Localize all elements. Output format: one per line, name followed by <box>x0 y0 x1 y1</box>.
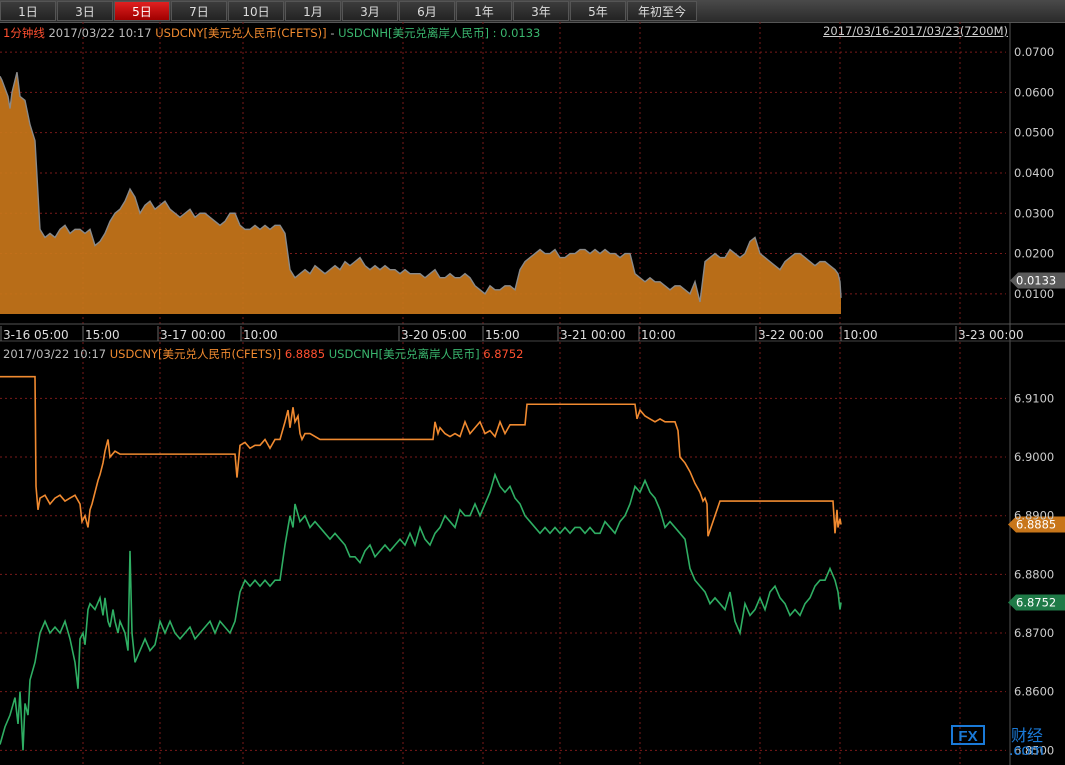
top-ytick-label: 0.0100 <box>1014 287 1054 301</box>
top-ytick-label: 0.0700 <box>1014 45 1054 59</box>
top-separator: - <box>330 26 335 40</box>
tab-11[interactable]: 年初至今 <box>627 1 697 21</box>
time-tick-label: 15:00 <box>485 328 520 342</box>
watermark-suffix: .com <box>1009 742 1044 759</box>
time-tick-label: 10:00 <box>641 328 676 342</box>
bottom-timestamp: 2017/03/22 10:17 <box>3 347 107 361</box>
bottom-ytick-label: 6.8800 <box>1014 567 1054 581</box>
tab-0[interactable]: 1日 <box>0 1 56 21</box>
usdcnh-name: USDCNH[美元兑离岸人民币] <box>328 347 480 361</box>
usdcnh-value: 6.8752 <box>483 347 524 361</box>
tab-9[interactable]: 3年 <box>513 1 569 21</box>
tab-10[interactable]: 5年 <box>570 1 626 21</box>
time-tick-label: 15:00 <box>85 328 120 342</box>
chart-canvas: 0.0700 0.0600 0.0500 0.0400 0.0300 0.0200 0.01… <box>0 22 1065 765</box>
top-ytick-label: 0.0500 <box>1014 126 1054 140</box>
top-series-b-name: USDCNH[美元兑离岸人民币] <box>338 26 489 40</box>
time-tick-label: 3-21 00:00 <box>560 328 626 342</box>
bottom-ytick-label: 6.9000 <box>1014 450 1054 464</box>
spread-area <box>0 72 841 314</box>
time-tick-label: 3-20 05:00 <box>401 328 467 342</box>
time-tick-label: 3-22 00:00 <box>758 328 824 342</box>
top-ytick-label: 0.0300 <box>1014 206 1054 220</box>
tab-2[interactable]: 5日 <box>114 1 170 21</box>
time-tick-label: 10:00 <box>243 328 278 342</box>
watermark-logo: FX 财经 .com <box>951 722 1065 765</box>
spread-last-label: 0.0133 <box>1016 274 1056 288</box>
top-timestamp: 2017/03/22 10:17 <box>48 26 152 40</box>
time-tick-label: 3-23 00:00 <box>958 328 1024 342</box>
interval-label: 1分钟线 <box>3 26 45 40</box>
fx-badge: FX <box>951 725 985 745</box>
top-spread-value: : 0.0133 <box>492 26 541 40</box>
tab-4[interactable]: 10日 <box>228 1 284 21</box>
bottom-ytick-label: 6.8900 <box>1014 509 1054 523</box>
tab-3[interactable]: 7日 <box>171 1 227 21</box>
tab-5[interactable]: 1月 <box>285 1 341 21</box>
top-panel-header: 1分钟线 2017/03/22 10:17 USDCNY[美元兑人民币(CFET… <box>3 25 540 41</box>
top-ytick-label: 0.0400 <box>1014 166 1054 180</box>
tab-1[interactable]: 3日 <box>57 1 113 21</box>
time-tick-label: 3-16 05:00 <box>3 328 69 342</box>
period-tab-bar: 1日 3日 5日 7日 10日 1月 3月 6月 1年 3年 5年 年初至今 <box>0 0 1065 23</box>
tab-8[interactable]: 1年 <box>456 1 512 21</box>
time-tick-label: 10:00 <box>843 328 878 342</box>
bottom-ytick-label: 6.8700 <box>1014 626 1054 640</box>
top-series-a-name: USDCNY[美元兑人民币(CFETS)] <box>155 26 327 40</box>
usdcny-name: USDCNY[美元兑人民币(CFETS)] <box>109 347 282 361</box>
top-ytick-label: 0.0200 <box>1014 247 1054 261</box>
tab-7[interactable]: 6月 <box>399 1 455 21</box>
bottom-panel-header: 2017/03/22 10:17 USDCNY[美元兑人民币(CFETS)] 6… <box>3 346 523 362</box>
usdcny-value: 6.8885 <box>284 347 326 361</box>
time-tick-label: 3-17 00:00 <box>160 328 226 342</box>
usdcnh-last-label: 6.8752 <box>1016 596 1056 610</box>
bottom-ytick-label: 6.9100 <box>1014 391 1054 405</box>
date-range-label[interactable]: 2017/03/16-2017/03/23(7200M) <box>823 24 1008 38</box>
top-ytick-label: 0.0600 <box>1014 85 1054 99</box>
bottom-ytick-label: 6.8600 <box>1014 685 1054 699</box>
usdcny-line <box>0 375 842 537</box>
tab-6[interactable]: 3月 <box>342 1 398 21</box>
